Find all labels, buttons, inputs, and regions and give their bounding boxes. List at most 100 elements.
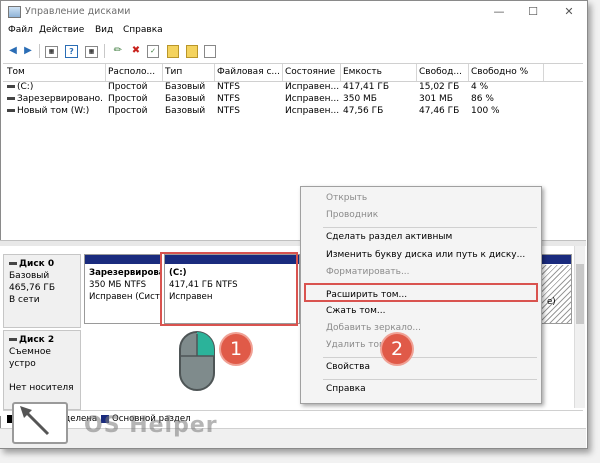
volume-name: Новый том (W:) [7, 106, 103, 116]
mouse-graphic [179, 331, 215, 391]
volume-row-w[interactable]: Новый том (W:) Простой Базовый NTFS Испр… [3, 106, 543, 118]
volume-free-percent: 86 % [471, 94, 494, 104]
column-divider[interactable] [162, 64, 163, 81]
partition-status: Исправен (Сист [89, 292, 160, 302]
menu-separator [323, 357, 537, 358]
volume-name: Зарезервировано... [7, 94, 103, 104]
column-divider[interactable] [416, 64, 417, 81]
volume-name-text: (C:) [17, 82, 34, 92]
step-badge-1: 1 [221, 334, 251, 364]
menu-bar: Файл Действие Вид Справка [1, 23, 587, 39]
column-status[interactable]: Состояние [285, 67, 339, 77]
partition-reserved[interactable]: Зарезервирова 350 МБ NTFS Исправен (Сист [84, 254, 162, 324]
volume-capacity: 350 МБ [343, 94, 377, 104]
menu-file[interactable]: Файл [8, 25, 33, 35]
volume-free-percent: 4 % [471, 82, 489, 92]
partition-bar [85, 255, 161, 264]
logo-arrow-icon [20, 406, 50, 436]
open-folder-icon[interactable] [167, 45, 179, 58]
console-tree-icon[interactable]: ▦ [45, 46, 58, 58]
menu-item-explorer[interactable]: Проводник [326, 210, 378, 220]
menu-view[interactable]: Вид [95, 25, 113, 35]
volume-name-text: Новый том (W:) [17, 106, 90, 116]
partition-name: Зарезервирова [89, 268, 161, 278]
column-free-percent[interactable]: Свободно % [471, 67, 541, 77]
maximize-button[interactable]: ☐ [521, 4, 545, 20]
menu-item-change-letter[interactable]: Изменить букву диска или путь к диску... [326, 250, 525, 260]
column-divider[interactable] [340, 64, 341, 81]
disk-icon [9, 338, 17, 341]
drive-icon [7, 97, 15, 100]
connect-drive-icon[interactable]: ✏ [111, 44, 125, 57]
column-capacity[interactable]: Емкость [343, 67, 413, 77]
menu-item-format[interactable]: Форматировать... [326, 267, 410, 277]
search-folder-icon[interactable] [186, 45, 198, 58]
menu-item-add-mirror[interactable]: Добавить зеркало... [326, 323, 421, 333]
volume-row-reserved[interactable]: Зарезервировано... Простой Базовый NTFS … [3, 94, 543, 106]
drive-icon [7, 85, 15, 88]
toolbar: ◀ ▶ ▦ ? ▦ ✏ ✖ ✓ [1, 41, 587, 61]
column-divider[interactable] [214, 64, 215, 81]
window-title: Управление дисками [25, 6, 131, 17]
column-free[interactable]: Свобод... [419, 67, 467, 77]
close-button[interactable]: ✕ [557, 4, 581, 20]
help-icon[interactable]: ? [65, 45, 78, 58]
disk-2-state: Нет носителя [9, 383, 74, 393]
back-arrow-icon[interactable]: ◀ [6, 44, 20, 57]
disk-2-name: Диск 2 [19, 335, 55, 345]
column-volume[interactable]: Том [7, 67, 103, 77]
menu-item-mark-active[interactable]: Сделать раздел активным [326, 232, 452, 242]
disk-0-title: Диск 0 [9, 258, 75, 270]
column-divider[interactable] [468, 64, 469, 81]
mouse-icon [178, 330, 216, 392]
column-divider[interactable] [105, 64, 106, 81]
menu-item-shrink[interactable]: Сжать том... [326, 306, 385, 316]
watermark-text: OS Helper [84, 413, 218, 438]
volume-free: 301 МБ [419, 94, 453, 104]
column-type[interactable]: Тип [165, 67, 213, 77]
volume-name-text: Зарезервировано... [17, 94, 103, 104]
minimize-button[interactable]: — [487, 4, 511, 20]
volume-free-percent: 100 % [471, 106, 500, 116]
volume-type: Базовый [165, 106, 206, 116]
volume-type: Базовый [165, 94, 206, 104]
menu-item-help[interactable]: Справка [326, 384, 366, 394]
toolbar-divider [39, 44, 40, 58]
disk-2-title: Диск 2 [9, 334, 75, 346]
disk-0-label[interactable]: Диск 0 Базовый 465,76 ГБ В сети [3, 254, 81, 328]
vertical-scrollbar[interactable] [574, 246, 585, 408]
disk-2-label[interactable]: Диск 2 Съемное устро Нет носителя [3, 330, 81, 410]
properties-list-icon[interactable]: ▦ [85, 46, 98, 58]
menu-separator [323, 379, 537, 380]
disk-0-size: 465,76 ГБ [9, 283, 56, 293]
volume-free: 15,02 ГБ [419, 82, 460, 92]
volume-capacity: 417,41 ГБ [343, 82, 390, 92]
menu-help[interactable]: Справка [123, 25, 163, 35]
menu-item-open[interactable]: Открыть [326, 193, 367, 203]
volume-status: Исправен... [285, 106, 339, 116]
volume-type: Базовый [165, 82, 206, 92]
volume-free: 47,46 ГБ [419, 106, 460, 116]
delete-icon[interactable]: ✖ [129, 44, 143, 57]
view-settings-icon[interactable] [204, 45, 216, 58]
column-divider[interactable] [543, 64, 544, 81]
menu-action[interactable]: Действие [39, 25, 84, 35]
disk-icon [9, 262, 17, 265]
disk-0-name: Диск 0 [19, 259, 55, 269]
disk-0-type: Базовый [9, 271, 50, 281]
check-disk-icon[interactable]: ✓ [147, 45, 159, 58]
menu-item-properties[interactable]: Свойства [326, 362, 370, 372]
toolbar-divider [104, 44, 105, 58]
forward-arrow-icon[interactable]: ▶ [21, 44, 35, 57]
volume-layout: Простой [108, 82, 148, 92]
site-logo [12, 402, 68, 444]
volume-layout: Простой [108, 94, 148, 104]
scrollbar-thumb[interactable] [576, 264, 584, 324]
column-filesystem[interactable]: Файловая с... [217, 67, 281, 77]
volume-fs: NTFS [217, 94, 240, 104]
volume-capacity: 47,56 ГБ [343, 106, 384, 116]
step-badge-2: 2 [382, 334, 412, 364]
column-divider[interactable] [282, 64, 283, 81]
volume-row-c[interactable]: (C:) Простой Базовый NTFS Исправен... 41… [3, 82, 543, 94]
column-layout[interactable]: Располо... [108, 67, 160, 77]
